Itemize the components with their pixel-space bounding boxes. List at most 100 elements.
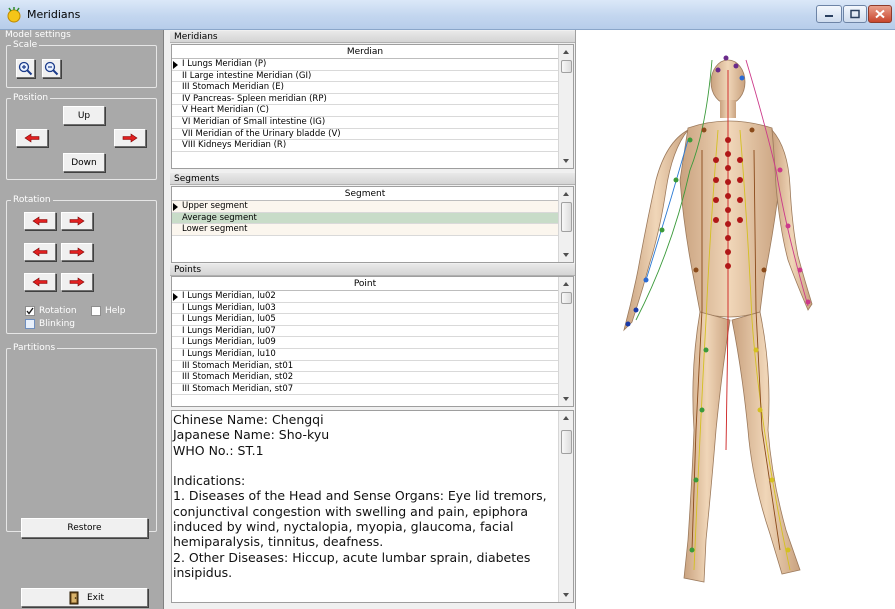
meridian-row[interactable]: II Large intestine Meridian (GI) [172,71,558,83]
scale-group: Scale [6,40,157,88]
cell: III Stomach Meridian (E) [182,82,284,93]
cell: Average segment [182,212,257,223]
scroll-down-icon[interactable] [563,593,569,597]
meridian-row[interactable]: VI Meridian of Small intestine (IG) [172,117,558,129]
cell: I Lungs Meridian, lu02 [182,291,276,301]
zoom-out-button[interactable] [42,59,61,78]
exit-label: Exit [86,592,105,603]
move-left-button[interactable] [16,129,48,147]
body-model-viewport[interactable] [575,30,895,609]
scroll-down-icon[interactable] [563,397,569,401]
point-row[interactable]: I Lungs Meridian, lu03 [172,303,558,315]
cell: I Lungs Meridian, lu10 [182,348,276,359]
help-checkbox-label: Help [105,306,126,316]
data-panel: Meridians Merdian I Lungs Meridian (P) I… [164,30,575,609]
blinking-checkbox[interactable]: Blinking [25,318,85,330]
body-silhouette [623,59,813,583]
segment-row-selected[interactable]: Average segment [172,212,558,225]
arrow-right-icon [69,216,85,226]
arrow-left-icon [32,247,48,257]
scroll-down-icon[interactable] [563,159,569,163]
cell: VI Meridian of Small intestine (IG) [182,116,326,127]
human-body-model[interactable] [576,30,895,609]
scroll-thumb[interactable] [561,60,572,73]
segments-caption: Segments [170,173,575,185]
points-scrollbar[interactable] [558,277,573,406]
help-checkbox[interactable]: Help [91,305,141,317]
rotate-right-1-button[interactable] [61,212,93,230]
point-row[interactable]: I Lungs Meridian, lu07 [172,326,558,338]
meridian-row[interactable]: VII Meridian of the Urinary bladde (V) [172,129,558,141]
segments-column-header[interactable]: Segment [172,187,558,201]
scroll-thumb[interactable] [561,430,572,454]
partitions-label: Partitions [11,343,58,353]
segment-row[interactable]: Lower segment [172,224,558,236]
scroll-up-icon[interactable] [563,192,569,196]
point-row[interactable]: III Stomach Meridian, st01 [172,361,558,373]
position-label: Position [11,93,51,103]
cell: I Lungs Meridian, lu03 [182,302,276,313]
move-down-label: Down [71,157,97,168]
rotate-right-3-button[interactable] [61,273,93,291]
maximize-button[interactable] [843,5,867,23]
rotate-right-2-button[interactable] [61,243,93,261]
point-row[interactable]: I Lungs Meridian, lu09 [172,337,558,349]
points-column-header[interactable]: Point [172,277,558,291]
meridian-row[interactable]: I Lungs Meridian (P) [172,59,558,71]
segment-row[interactable]: Upper segment [172,201,558,213]
rotation-checkbox-label: Rotation [39,306,77,316]
minimize-button[interactable] [816,5,842,23]
meridians-scrollbar[interactable] [558,45,573,168]
segments-grid[interactable]: Segment Upper segment Average segment Lo… [171,186,574,263]
meridian-row[interactable]: IV Pancreas- Spleen meridian (RP) [172,94,558,106]
model-settings-panel: Model settings Scale Position Up Down Ro… [0,30,164,609]
cell: Upper segment [182,201,248,211]
scroll-down-icon[interactable] [563,253,569,257]
meridians-column-header[interactable]: Merdian [172,45,558,59]
cell: III Stomach Meridian, st01 [182,360,294,371]
meridian-row[interactable]: VIII Kidneys Meridian (R) [172,140,558,152]
zoom-in-button[interactable] [16,59,35,78]
point-row[interactable]: III Stomach Meridian, st07 [172,384,558,396]
scroll-thumb[interactable] [561,292,572,304]
point-row[interactable]: I Lungs Meridian, lu02 [172,291,558,303]
cell: IV Pancreas- Spleen meridian (RP) [182,93,327,104]
partitions-group: Partitions [6,343,157,532]
point-row[interactable]: I Lungs Meridian, lu10 [172,349,558,361]
meridian-row[interactable]: III Stomach Meridian (E) [172,82,558,94]
rotate-left-3-button[interactable] [24,273,56,291]
scroll-thumb[interactable] [561,202,572,232]
rotation-checkbox[interactable]: Rotation [25,305,85,317]
segments-scrollbar[interactable] [558,187,573,262]
close-button[interactable] [868,5,892,23]
row-pointer-icon [173,203,178,211]
exit-button[interactable]: Exit [21,588,148,607]
point-row[interactable]: I Lungs Meridian, lu05 [172,314,558,326]
cell: III Stomach Meridian, st02 [182,372,294,383]
maximize-icon [850,9,860,19]
meridians-grid[interactable]: Merdian I Lungs Meridian (P) II Large in… [171,44,574,169]
rotate-left-1-button[interactable] [24,212,56,230]
app-icon [7,7,21,23]
cell: I Lungs Meridian, lu05 [182,314,276,325]
scroll-up-icon[interactable] [563,50,569,54]
position-group: Position Up Down [6,93,157,180]
points-grid[interactable]: Point I Lungs Meridian, lu02 I Lungs Mer… [171,276,574,407]
arrow-right-icon [69,247,85,257]
meridian-row[interactable]: V Heart Meridian (C) [172,105,558,117]
move-up-button[interactable]: Up [63,106,105,125]
cell: II Large intestine Meridian (GI) [182,70,312,81]
move-down-button[interactable]: Down [63,153,105,172]
rotate-left-2-button[interactable] [24,243,56,261]
title-bar: Meridians [0,0,895,30]
point-row[interactable]: III Stomach Meridian, st02 [172,372,558,384]
meridians-caption: Meridians [170,31,575,43]
close-icon [875,9,885,19]
scroll-up-icon[interactable] [563,416,569,420]
scroll-up-icon[interactable] [563,282,569,286]
description-scrollbar[interactable] [558,411,573,602]
point-description[interactable]: Chinese Name: Chengqi Japanese Name: Sho… [171,410,574,603]
restore-button[interactable]: Restore [21,518,148,538]
move-right-button[interactable] [114,129,146,147]
checkbox-unchecked-icon [91,306,101,316]
